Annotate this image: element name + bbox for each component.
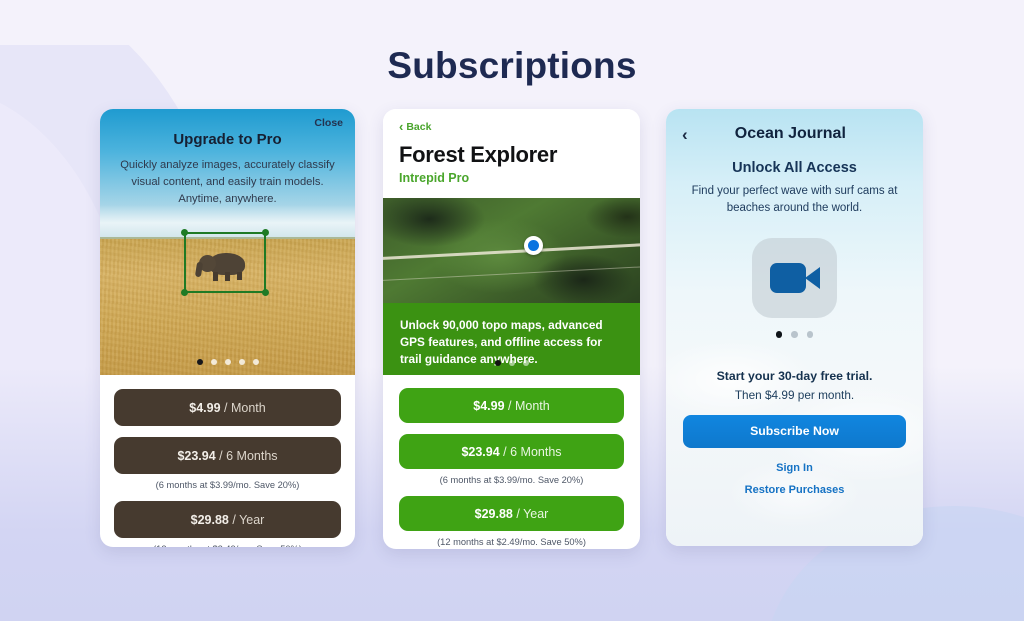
card3-nav-title: Ocean Journal: [734, 125, 846, 142]
card1-hero: Close Upgrade to Pro Quickly analyze ima…: [100, 109, 355, 375]
subscribe-now-button[interactable]: Subscribe Now: [683, 414, 906, 448]
location-pin-icon: [524, 236, 543, 255]
plan-button-yearly[interactable]: $29.88 / Year: [399, 496, 624, 531]
app-icon-tile: [752, 238, 837, 319]
card2-hero: Unlock 90,000 topo maps, advanced GPS fe…: [383, 198, 640, 375]
video-camera-icon: [769, 263, 820, 294]
card2-subtitle: Intrepid Pro: [399, 171, 470, 185]
paywall-card-ocean-journal[interactable]: ‹ Ocean Journal Unlock All Access Find y…: [666, 109, 923, 546]
plan-note-6months: (6 months at $3.99/mo. Save 20%): [439, 475, 584, 485]
card2-header: ‹ Back Forest Explorer Intrepid Pro: [383, 109, 640, 198]
card1-plan-list: $4.99 / Month $23.94 / 6 Months (6 month…: [100, 375, 355, 547]
card3-navbar: ‹ Ocean Journal: [666, 109, 923, 143]
plan-price-yearly: $29.88: [474, 506, 513, 521]
card2-pagination-dots[interactable]: [383, 360, 640, 366]
plan-period-6months: / 6 Months: [503, 444, 562, 459]
card1-subhead: Quickly analyze images, accurately class…: [120, 159, 335, 205]
plan-period-6months: / 6 Months: [219, 448, 278, 463]
back-button-label: Back: [406, 120, 432, 133]
plan-period-monthly: / Month: [224, 400, 266, 415]
paywall-card-row: Close Upgrade to Pro Quickly analyze ima…: [0, 109, 1024, 554]
card3-subhead: Find your perfect wave with surf cams at…: [691, 185, 898, 214]
paywall-card-upgrade-to-pro[interactable]: Close Upgrade to Pro Quickly analyze ima…: [100, 109, 355, 547]
plan-button-6months[interactable]: $23.94 / 6 Months: [399, 434, 624, 469]
card3-headline: Unlock All Access: [732, 160, 857, 176]
card3-trial-copy: Start your 30-day free trial. Then $4.99…: [666, 369, 923, 402]
card3-header: Unlock All Access Find your perfect wave…: [666, 143, 923, 216]
card1-headline: Upgrade to Pro: [173, 131, 282, 148]
plan-note-yearly: (12 months at $2.49/mo. Save 50%): [114, 544, 341, 547]
detection-bounding-box: [181, 229, 269, 296]
plan-note-yearly: (12 months at $2.49/mo. Save 50%): [437, 537, 586, 547]
close-button[interactable]: Close: [314, 117, 343, 129]
plan-note-6months: (6 months at $3.99/mo. Save 20%): [155, 480, 300, 490]
card1-pagination-dots[interactable]: [100, 359, 355, 365]
sign-in-link[interactable]: Sign In: [666, 462, 923, 474]
plan-price-yearly: $29.88: [190, 512, 229, 527]
card3-icon-area: [666, 238, 923, 319]
plan-button-6months[interactable]: $23.94 / 6 Months: [114, 437, 341, 474]
plan-price-monthly: $4.99: [473, 398, 505, 413]
paywall-card-forest-explorer[interactable]: ‹ Back Forest Explorer Intrepid Pro Unlo…: [383, 109, 640, 549]
plan-button-monthly[interactable]: $4.99 / Month: [399, 388, 624, 423]
trial-headline: Start your 30-day free trial.: [716, 368, 873, 383]
plan-button-monthly[interactable]: $4.99 / Month: [114, 389, 341, 426]
plan-period-yearly: / Year: [516, 506, 549, 521]
trial-subline: Then $4.99 per month.: [734, 387, 855, 402]
plan-price-6months: $23.94: [177, 448, 216, 463]
plan-price-monthly: $4.99: [189, 400, 221, 415]
card2-title: Forest Explorer: [399, 142, 558, 167]
card3-body: ‹ Ocean Journal Unlock All Access Find y…: [666, 109, 923, 546]
chevron-left-icon: ‹: [399, 119, 404, 134]
page-title: Subscriptions: [387, 45, 637, 86]
plan-price-6months: $23.94: [461, 444, 500, 459]
plan-button-yearly[interactable]: $29.88 / Year: [114, 501, 341, 538]
plan-period-monthly: / Month: [508, 398, 550, 413]
card2-plan-list: $4.99 / Month $23.94 / 6 Months (6 month…: [383, 375, 640, 547]
restore-purchases-link[interactable]: Restore Purchases: [666, 484, 923, 496]
back-button[interactable]: ‹ Back: [399, 120, 624, 133]
plan-period-yearly: / Year: [232, 512, 265, 527]
card3-pagination-dots[interactable]: [666, 331, 923, 338]
